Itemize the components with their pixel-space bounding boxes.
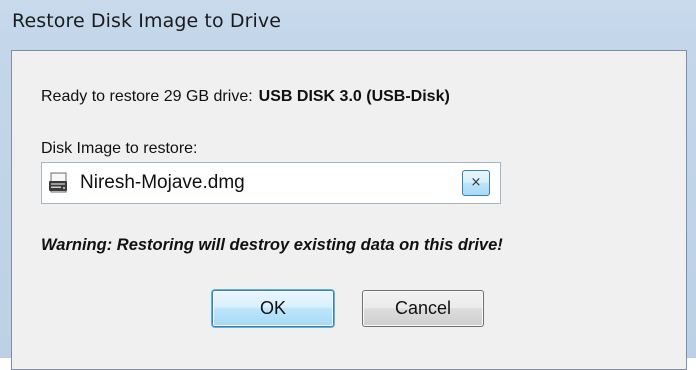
- target-drive-name: USB DISK 3.0 (USB-Disk): [258, 88, 450, 105]
- restore-dialog-window: Restore Disk Image to Drive Ready to res…: [0, 0, 696, 370]
- close-icon: ×: [470, 175, 482, 190]
- dialog-client-area: Ready to restore 29 GB drive: USB DISK 3.…: [11, 50, 687, 370]
- warning-message: Warning: Restoring will destroy existing…: [41, 236, 503, 254]
- disk-image-label: Disk Image to restore:: [41, 140, 198, 157]
- disk-image-filename: Niresh-Mojave.dmg: [80, 172, 245, 193]
- ready-text: Ready to restore 29 GB drive:: [41, 88, 253, 105]
- window-title: Restore Disk Image to Drive: [12, 10, 281, 32]
- ok-button[interactable]: OK: [212, 290, 334, 327]
- disk-image-file-icon: [49, 172, 67, 193]
- disk-image-field[interactable]: Niresh-Mojave.dmg ×: [41, 162, 501, 204]
- clear-image-button[interactable]: ×: [462, 170, 490, 196]
- ready-status: Ready to restore 29 GB drive: USB DISK 3.…: [41, 88, 450, 106]
- cancel-button[interactable]: Cancel: [362, 290, 484, 327]
- title-bar[interactable]: Restore Disk Image to Drive: [0, 0, 696, 44]
